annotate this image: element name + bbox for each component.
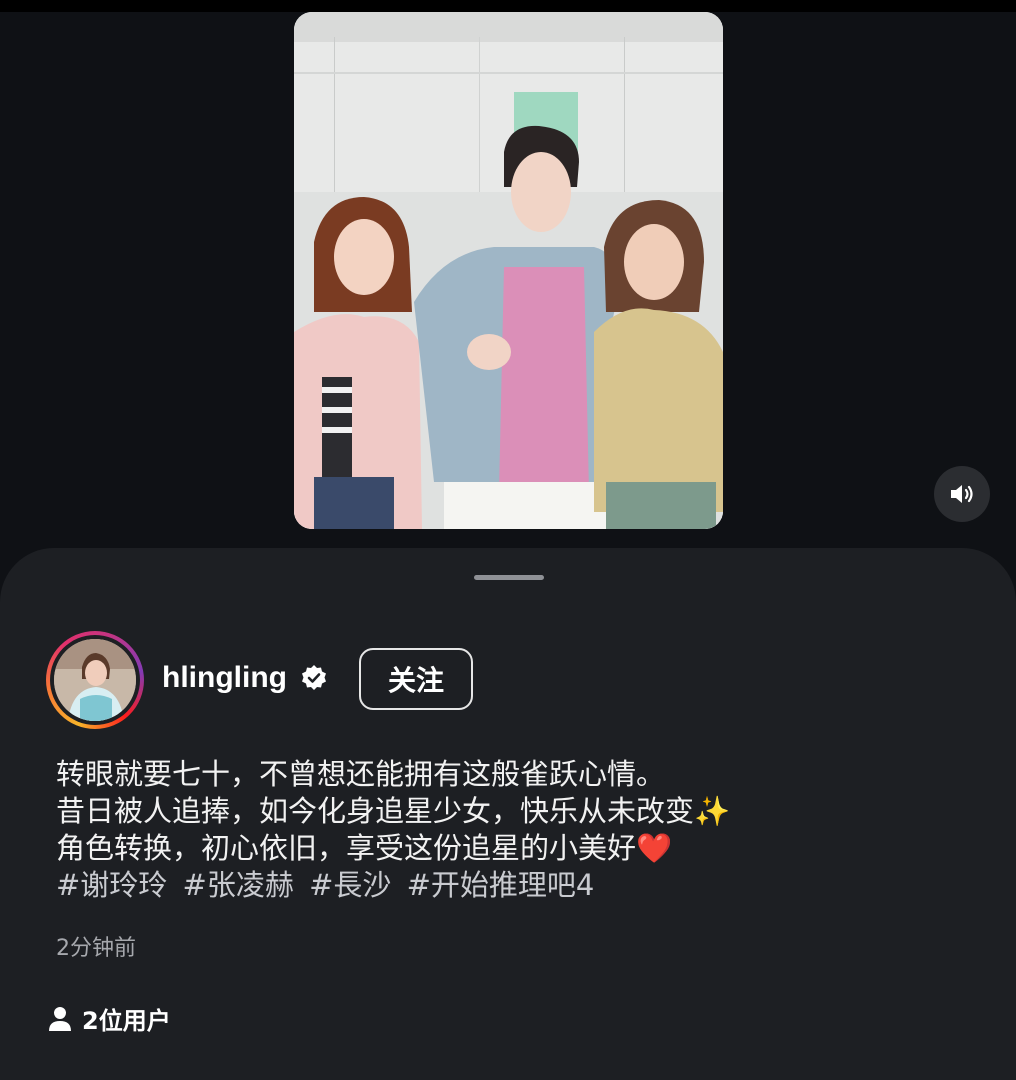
caption-line: 转眼就要七十，不曾想还能拥有这般雀跃心情。: [56, 757, 666, 791]
person-icon: [49, 1006, 71, 1031]
hashtag-list: #谢玲玲 #张凌赫 #長沙 #开始推理吧4: [56, 867, 986, 904]
sound-toggle-button[interactable]: [934, 466, 990, 522]
avatar-illustration: [54, 639, 136, 721]
sheet-drag-handle[interactable]: [474, 575, 544, 580]
caption-line: 角色转换，初心依旧，享受这份追星的小美好❤️: [56, 831, 673, 865]
username[interactable]: hlingling: [162, 658, 287, 698]
post-caption: 转眼就要七十，不曾想还能拥有这般雀跃心情。 昔日被人追捧，如今化身追星少女，快乐…: [56, 756, 986, 904]
viewers-count-label: 2位用户: [82, 1007, 171, 1035]
hashtag-link[interactable]: #長沙: [309, 868, 391, 902]
viewers-count-button[interactable]: 2位用户: [48, 1001, 171, 1036]
post-details-sheet: hlingling 关注 转眼就要七十，不曾想还能拥有这般雀跃心情。 昔日被人追…: [0, 548, 1016, 1080]
photo-illustration: [294, 12, 723, 529]
hashtag-link[interactable]: #张凌赫: [183, 868, 294, 902]
post-timestamp: 2分钟前: [56, 936, 136, 961]
speaker-icon: [951, 485, 973, 503]
profile-avatar[interactable]: [46, 631, 144, 729]
follow-button[interactable]: 关注: [359, 648, 473, 710]
caption-line: 昔日被人追捧，如今化身追星少女，快乐从未改变✨: [56, 794, 731, 828]
post-media-photo[interactable]: [294, 12, 723, 529]
verified-badge-icon: [302, 665, 326, 690]
hashtag-link[interactable]: #开始推理吧4: [407, 868, 595, 902]
story-viewer: hlingling 关注 转眼就要七十，不曾想还能拥有这般雀跃心情。 昔日被人追…: [0, 0, 1016, 1080]
hashtag-link[interactable]: #谢玲玲: [56, 868, 167, 902]
avatar-ring-gap: [50, 635, 140, 725]
top-status-strip: [0, 0, 1016, 12]
avatar-image: [54, 639, 136, 721]
